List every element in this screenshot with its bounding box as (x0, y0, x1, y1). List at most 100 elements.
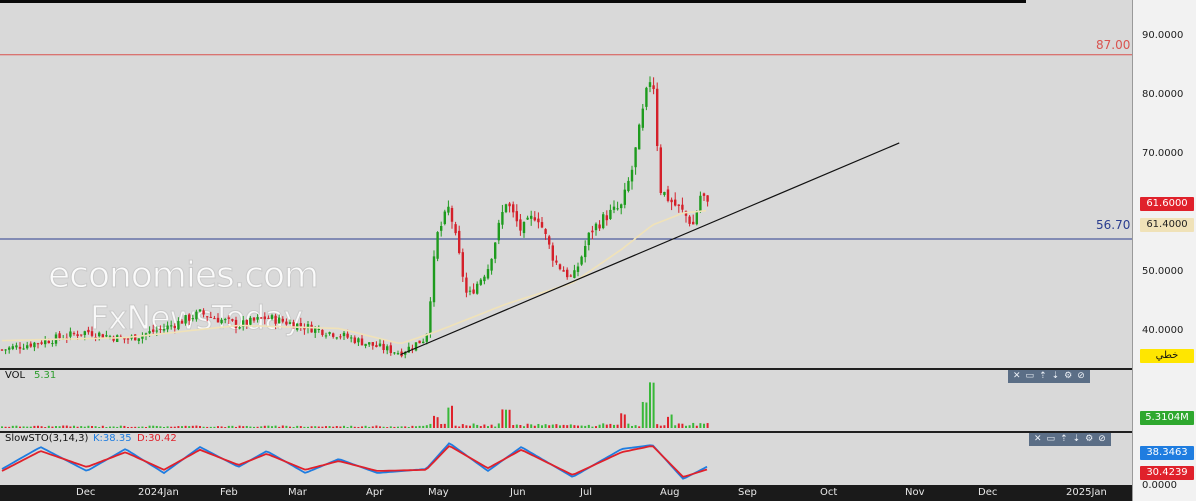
volume-bar (195, 425, 198, 428)
candle-body (252, 317, 256, 321)
volume-bar (4, 426, 7, 428)
candle-body (558, 264, 562, 270)
volume-bar (451, 405, 453, 428)
volume-bar (47, 425, 50, 428)
candle-body (656, 88, 659, 147)
volume-bar (641, 401, 644, 428)
volume-bar (253, 426, 255, 428)
date-tick: Aug (660, 487, 680, 498)
candle-body (472, 289, 475, 294)
volume-bar (659, 425, 662, 428)
candle-body (274, 315, 277, 324)
candle-body (540, 222, 544, 228)
volume-bar (209, 426, 212, 428)
candle-body (605, 215, 608, 221)
stochastic-k-tag: 38.3463 (1140, 446, 1194, 460)
delete-icon[interactable]: ⊘ (1077, 370, 1085, 383)
candle-body (231, 319, 234, 321)
volume-bar (440, 424, 443, 428)
volume-bar (177, 426, 180, 428)
volume-bar (393, 426, 396, 428)
move-down-icon[interactable]: ⇣ (1073, 433, 1081, 446)
candle-body (576, 266, 580, 272)
candle-body (526, 217, 529, 220)
price-tick: 40.0000 (1142, 325, 1184, 336)
volume-bar (505, 409, 507, 428)
candle-body (677, 204, 680, 206)
close-icon[interactable]: ✕ (1034, 433, 1042, 446)
delete-icon[interactable]: ⊘ (1098, 433, 1106, 446)
candle-body (616, 208, 619, 210)
volume-bar (623, 414, 626, 428)
volume-bar (638, 426, 641, 428)
volume-bar (105, 427, 108, 428)
volume-bar (15, 425, 18, 428)
volume-bar (501, 409, 504, 428)
volume-bar (206, 426, 209, 428)
volume-bar (55, 426, 57, 428)
volume-bar (238, 425, 241, 428)
volume-bar (569, 424, 572, 428)
volume-bar (314, 426, 317, 428)
volume-bar (580, 425, 583, 428)
date-tick: Dec (978, 487, 998, 498)
candle-body (519, 219, 522, 231)
minimize-icon[interactable]: ▭ (1026, 370, 1035, 383)
price-axis[interactable] (1132, 0, 1196, 501)
candle-body (173, 325, 176, 328)
volume-bar (292, 426, 295, 428)
volume-bar (188, 426, 191, 428)
candle-body (170, 325, 173, 327)
candle-body (105, 335, 108, 337)
candle-body (126, 338, 130, 340)
candle-body (0, 349, 4, 351)
candle-body (548, 236, 551, 245)
volume-bar (645, 402, 648, 428)
candle-body (522, 222, 526, 234)
move-up-icon[interactable]: ⇡ (1039, 370, 1047, 383)
volume-bar (674, 425, 677, 428)
candle-body (508, 203, 511, 207)
volume-bar (8, 426, 11, 428)
price-chart[interactable] (0, 0, 1132, 368)
volume-title: VOL (5, 370, 26, 381)
volume-bar (573, 425, 576, 428)
candle-body (22, 348, 25, 350)
move-up-icon[interactable]: ⇡ (1060, 433, 1068, 446)
candle-body (375, 345, 378, 348)
volume-bar (472, 423, 475, 428)
volume-bar (249, 426, 252, 428)
volume-bar (425, 425, 428, 428)
candle-body (4, 349, 7, 351)
volume-bar (332, 426, 335, 428)
candle-body (670, 199, 673, 203)
volume-bar (490, 424, 493, 428)
candle-body (652, 85, 655, 90)
settings-icon[interactable]: ⚙ (1085, 433, 1093, 446)
candle-body (418, 340, 421, 344)
candle-body (465, 277, 468, 293)
candle-body (569, 275, 572, 277)
candle-body (422, 341, 425, 344)
volume-chart[interactable] (0, 370, 1132, 431)
candle-body (674, 199, 677, 206)
candle-body (299, 323, 302, 327)
volume-bar (112, 426, 115, 428)
volume-bar (695, 425, 698, 428)
minimize-icon[interactable]: ▭ (1047, 433, 1056, 446)
settings-icon[interactable]: ⚙ (1064, 370, 1072, 383)
volume-bar (407, 426, 410, 428)
candle-body (317, 328, 320, 330)
candle-body (188, 314, 191, 321)
volume-bar (159, 426, 162, 428)
candle-body (551, 245, 554, 261)
chart-style-badge[interactable]: خطي (1140, 349, 1194, 363)
candle-body (695, 212, 698, 225)
candle-body (278, 317, 281, 324)
close-icon[interactable]: ✕ (1013, 370, 1021, 383)
candle-body (346, 333, 349, 338)
volume-bar (591, 426, 594, 428)
move-down-icon[interactable]: ⇣ (1052, 370, 1060, 383)
volume-bar (303, 426, 306, 428)
candle-body (483, 276, 486, 282)
